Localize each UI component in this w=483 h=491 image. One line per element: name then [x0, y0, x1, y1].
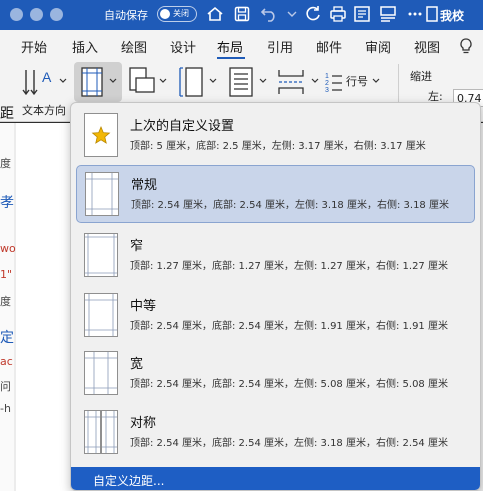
doc-text-fragment: wo — [0, 242, 16, 255]
option-description: 顶部: 1.27 厘米，底部: 1.27 厘米，左侧: 1.27 厘米，右侧: … — [130, 261, 448, 272]
line-numbers-icon[interactable]: 1 2 3 — [325, 70, 343, 92]
chevron-down-icon[interactable] — [158, 76, 168, 86]
option-title: 对称 — [130, 416, 157, 431]
undo-dropdown-icon[interactable] — [282, 4, 302, 24]
margin-wide-icon — [85, 352, 117, 394]
indent-label: 缩进 — [410, 70, 432, 83]
option-description: 顶部: 2.54 厘米，底部: 2.54 厘米，左侧: 3.18 厘米，右侧: … — [130, 438, 448, 449]
tab-draw[interactable]: 绘图 — [121, 37, 147, 56]
tab-insert[interactable]: 插入 — [72, 37, 98, 56]
doc-text-fragment: 孝 — [0, 195, 14, 211]
margin-option-normal[interactable]: 常规 顶部: 2.54 厘米，底部: 2.54 厘米，左侧: 3.18 厘米，右… — [76, 165, 475, 223]
margin-option-moderate[interactable]: 中等 顶部: 2.54 厘米，底部: 2.54 厘米，左侧: 1.91 厘米，右… — [76, 287, 475, 345]
document-icon — [426, 6, 438, 22]
option-description: 顶部: 5 厘米，底部: 2.5 厘米，左侧: 3.17 厘米，右侧: 3.17… — [130, 141, 426, 152]
option-description: 顶部: 2.54 厘米，底部: 2.54 厘米，左侧: 5.08 厘米，右侧: … — [130, 379, 448, 390]
margin-normal-icon — [86, 173, 118, 215]
save-icon[interactable] — [232, 4, 252, 24]
track-changes-icon[interactable] — [352, 4, 372, 24]
ribbon-tabs: 开始 插入 绘图 设计 布局 引用 邮件 审阅 视图 — [0, 30, 483, 60]
home-icon[interactable] — [205, 4, 225, 24]
size-icon[interactable] — [178, 66, 204, 98]
margin-option-mirrored[interactable]: 对称 顶部: 2.54 厘米，底部: 2.54 厘米，左侧: 3.18 厘米，右… — [76, 404, 475, 462]
doc-text-fragment: 1" — [0, 268, 13, 281]
text-direction-label: 文本方向 — [22, 104, 66, 117]
close-window-button[interactable] — [10, 8, 23, 21]
option-title: 宽 — [130, 357, 144, 372]
option-description: 顶部: 2.54 厘米，底部: 2.54 厘米，左侧: 3.18 厘米，右侧: … — [131, 200, 449, 211]
doc-text-fragment: 距 — [0, 106, 14, 122]
option-title: 上次的自定义设置 — [130, 119, 235, 134]
margin-option-wide[interactable]: 宽 顶部: 2.54 厘米，底部: 2.54 厘米，左侧: 5.08 厘米，右侧… — [76, 345, 475, 403]
doc-text-fragment: 问 — [0, 380, 11, 393]
chevron-down-icon[interactable] — [208, 76, 218, 86]
margin-preview — [84, 233, 118, 277]
option-title: 中等 — [130, 299, 157, 314]
doc-text-fragment: 度 — [0, 157, 11, 170]
margin-narrow-icon — [85, 234, 117, 276]
tab-home[interactable]: 开始 — [21, 37, 47, 56]
minimize-window-button[interactable] — [30, 8, 43, 21]
autosave-toggle[interactable]: 关闭 — [157, 6, 197, 22]
lightbulb-icon[interactable] — [458, 37, 474, 55]
custom-margins-label: 自定义边距... — [93, 474, 165, 488]
tab-mailings[interactable]: 邮件 — [316, 37, 342, 56]
doc-text-fragment: 定 — [0, 330, 14, 346]
margin-mirrored-icon — [102, 411, 117, 453]
margins-button[interactable] — [74, 62, 122, 102]
breaks-icon[interactable] — [276, 66, 306, 98]
svg-text:2: 2 — [325, 80, 329, 87]
tab-layout[interactable]: 布局 — [217, 37, 243, 56]
star-icon — [91, 125, 111, 144]
tab-references[interactable]: 引用 — [267, 37, 293, 56]
margins-icon — [81, 67, 103, 97]
doc-text-fragment: ac — [0, 355, 13, 368]
margin-preview — [84, 351, 118, 395]
orientation-icon[interactable] — [128, 66, 156, 98]
autosave-toggle-text: 关闭 — [173, 9, 189, 18]
option-description: 顶部: 2.54 厘米，底部: 2.54 厘米，左侧: 1.91 厘米，右侧: … — [130, 321, 448, 332]
margin-preview-left — [84, 410, 101, 454]
tab-view[interactable]: 视图 — [414, 37, 440, 56]
title-bar: 自动保存 关闭 我校 — [0, 0, 483, 30]
tab-review[interactable]: 审阅 — [365, 37, 391, 56]
margin-preview — [85, 172, 119, 216]
layout-icon[interactable] — [378, 4, 398, 24]
chevron-down-icon — [109, 78, 117, 83]
line-numbers-label[interactable]: 行号 — [346, 73, 368, 89]
text-direction-icon[interactable]: A — [22, 66, 58, 100]
margins-dropdown: 上次的自定义设置 顶部: 5 厘米，底部: 2.5 厘米，左侧: 3.17 厘米… — [70, 102, 481, 491]
svg-text:3: 3 — [325, 87, 329, 92]
chevron-down-icon[interactable] — [310, 76, 320, 86]
doc-text-fragment: 度 — [0, 295, 11, 308]
svg-text:1: 1 — [325, 73, 329, 80]
margin-preview — [84, 113, 118, 157]
margin-preview — [84, 293, 118, 337]
doc-text-fragment: -h — [0, 402, 11, 415]
svg-text:A: A — [42, 69, 52, 85]
print-icon[interactable] — [328, 4, 348, 24]
margin-option-last-custom[interactable]: 上次的自定义设置 顶部: 5 厘米，底部: 2.5 厘米，左侧: 3.17 厘米… — [76, 107, 475, 165]
redo-icon[interactable] — [303, 4, 323, 24]
option-title: 窄 — [130, 239, 144, 254]
margin-mirrored-icon — [85, 411, 100, 453]
document-title: 我校 — [440, 9, 465, 23]
active-tab-indicator — [217, 57, 245, 59]
chevron-down-icon[interactable] — [58, 76, 68, 86]
option-title: 常规 — [131, 178, 158, 193]
custom-margins-button[interactable]: 自定义边距... — [71, 467, 480, 490]
undo-icon[interactable] — [259, 4, 279, 24]
tab-design[interactable]: 设计 — [170, 37, 196, 56]
zoom-window-button[interactable] — [50, 8, 63, 21]
columns-icon[interactable] — [228, 66, 254, 98]
margin-preview-right — [101, 410, 118, 454]
chevron-down-icon[interactable] — [258, 76, 268, 86]
autosave-label: 自动保存 — [104, 9, 148, 22]
margin-moderate-icon — [85, 294, 117, 336]
toggle-knob — [160, 9, 170, 19]
chevron-down-icon[interactable] — [371, 76, 381, 86]
margin-option-narrow[interactable]: 窄 顶部: 1.27 厘米，底部: 1.27 厘米，左侧: 1.27 厘米，右侧… — [76, 227, 475, 285]
